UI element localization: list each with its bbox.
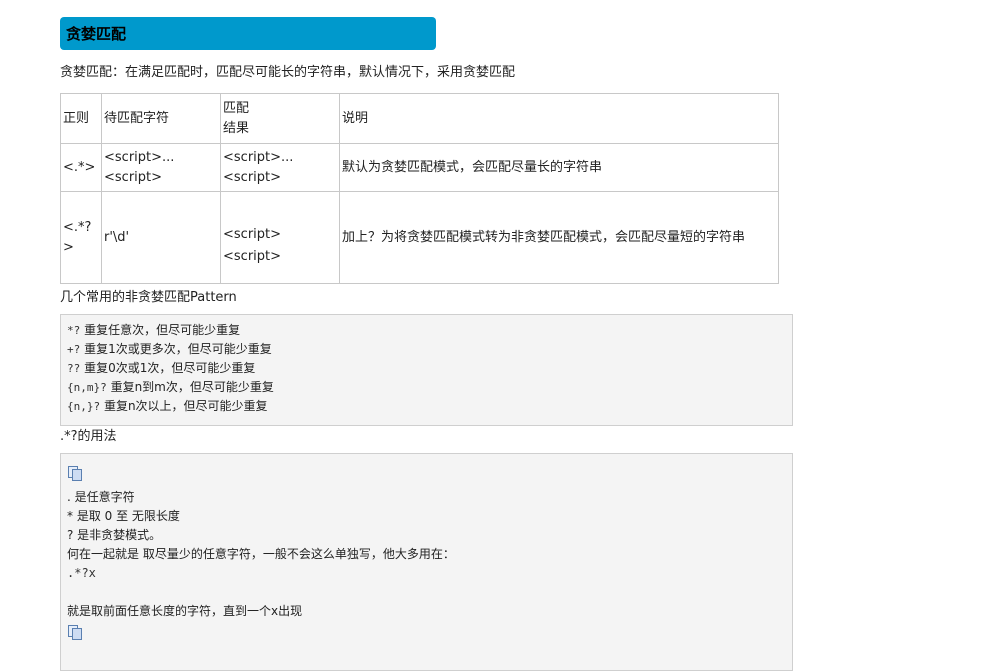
cell-regex: <.*?> [60,191,102,284]
header-result-line1: 匹配 [223,100,250,116]
regex-table: 正则 待匹配字符 匹配 结果 说明 <.*> <script>...<scrip… [60,93,779,284]
table-row: <.*> <script>...<script> <script>...<scr… [60,143,779,192]
table-header-row: 正则 待匹配字符 匹配 结果 说明 [60,93,779,144]
cell-desc: 加上？为将贪婪匹配模式转为非贪婪匹配模式，会匹配尽量短的字符串 [339,191,779,284]
section-title: 贪婪匹配 [66,25,127,43]
pattern-line: {n,}? 重复n次以上，但尽可能少重复 [67,399,268,413]
usage-code-box: . 是任意字符 * 是取 0 至 无限长度 ? 是非贪婪模式。 何在一起就是 取… [60,453,793,671]
pattern-line: +? 重复1次或更多次，但尽可能少重复 [67,342,272,356]
copy-icon[interactable] [68,466,82,481]
table-row: <.*?> r'\d' <script> <script> 加上？为将贪婪匹配模… [60,191,779,284]
usage-heading: .*?的用法 [60,429,117,444]
section-title-bar: 贪婪匹配 [60,17,436,50]
cell-input: <script>...<script> [101,143,221,192]
patterns-code-box: *? 重复任意次，但尽可能少重复 +? 重复1次或更多次，但尽可能少重复 ?? … [60,314,793,426]
usage-line: 何在一起就是 取尽量少的任意字符，一般不会这么单独写，他大多用在： [67,547,455,561]
cell-result-line2: <script> [223,248,282,264]
header-desc: 说明 [339,93,779,144]
cell-result-line1: <script> [223,226,282,242]
pattern-line: *? 重复任意次，但尽可能少重复 [67,323,241,337]
cell-result: <script>...<script> [220,143,340,192]
usage-line: * 是取 0 至 无限长度 [67,509,180,523]
copy-icon[interactable] [68,625,82,640]
usage-line: 就是取前面任意长度的字符，直到一个x出现 [67,604,303,618]
cell-result: <script> <script> [220,191,340,284]
pattern-line: {n,m}? 重复n到m次，但尽可能少重复 [67,380,274,394]
pattern-line: ?? 重复0次或1次，但尽可能少重复 [67,361,256,375]
header-input: 待匹配字符 [101,93,221,144]
usage-line: .*?x [67,566,96,580]
cell-regex: <.*> [60,143,102,192]
cell-desc: 默认为贪婪匹配模式，会匹配尽量长的字符串 [339,143,779,192]
usage-line: ? 是非贪婪模式。 [67,528,162,542]
header-result-line2: 结果 [223,120,250,136]
header-regex: 正则 [60,93,102,144]
intro-text: 贪婪匹配：在满足匹配时，匹配尽可能长的字符串，默认情况下，采用贪婪匹配 [60,65,516,80]
usage-line [61,583,792,602]
usage-line: . 是任意字符 [67,490,135,504]
cell-input: r'\d' [101,191,221,284]
header-result: 匹配 结果 [220,93,340,144]
patterns-heading: 几个常用的非贪婪匹配Pattern [60,290,237,305]
